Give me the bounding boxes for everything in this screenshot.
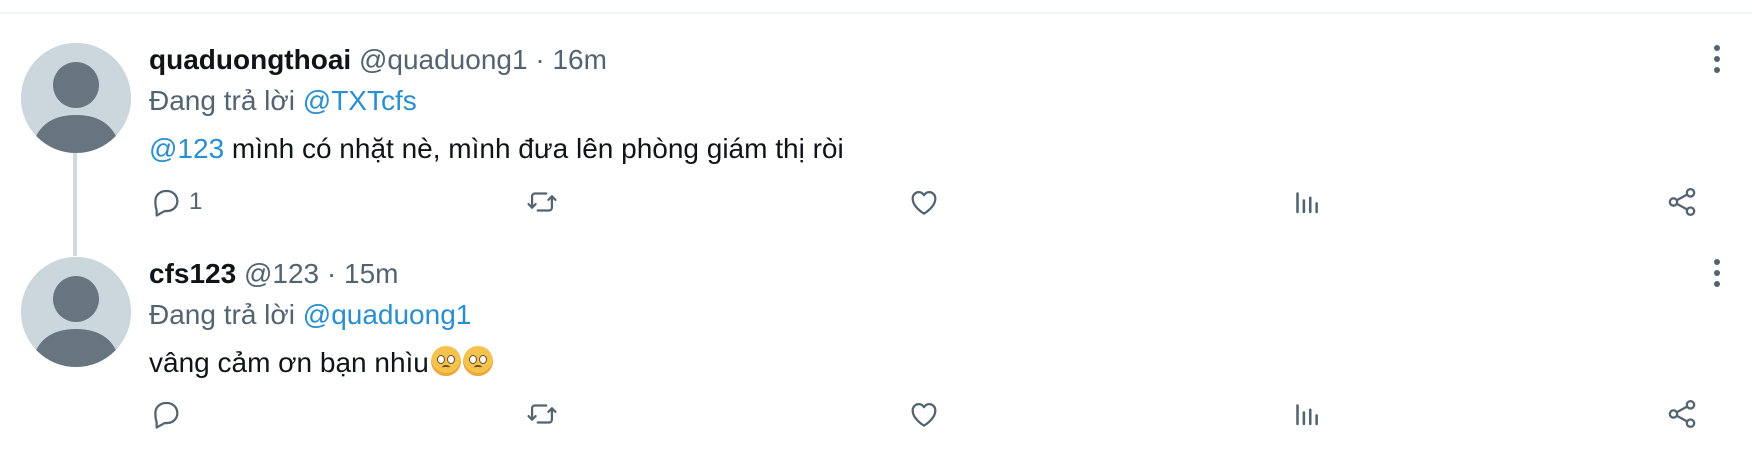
emoji-mouth bbox=[441, 365, 450, 370]
tweet-time[interactable]: 15m bbox=[344, 258, 398, 289]
views-button[interactable] bbox=[1289, 182, 1323, 222]
vertical-ellipsis-icon bbox=[1714, 259, 1720, 265]
tweet-text: vâng cảm ơn bạn nhìu bbox=[149, 338, 1692, 388]
tweet-actions: 1 bbox=[149, 182, 1709, 222]
tweet-header: cfs123 @123 · 15m bbox=[149, 254, 1692, 294]
retweet-button[interactable] bbox=[525, 394, 559, 434]
share-icon bbox=[1668, 187, 1696, 217]
tweet-text: @123 mình có nhặt nè, mình đưa lên phòng… bbox=[149, 124, 1692, 174]
tweet-body: mình có nhặt nè, mình đưa lên phòng giám… bbox=[224, 133, 844, 164]
ellipsis-dot bbox=[1714, 270, 1720, 276]
more-options-button[interactable] bbox=[1702, 44, 1732, 74]
ellipsis-dot bbox=[1714, 56, 1720, 62]
heart-icon bbox=[911, 190, 937, 215]
separator-dot: · bbox=[535, 44, 545, 75]
reply-button[interactable]: 1 bbox=[149, 182, 202, 222]
bar-chart-icon bbox=[1296, 192, 1318, 214]
replying-to-label: Đang trả lời bbox=[149, 299, 295, 330]
reply-count: 1 bbox=[189, 188, 203, 215]
tweet-header: quaduongthoai @quaduong1 · 16m bbox=[149, 40, 1692, 80]
replying-to: Đang trả lời @quaduong1 bbox=[149, 296, 1692, 334]
pleading-face-emoji bbox=[430, 346, 461, 376]
share-button[interactable] bbox=[1665, 394, 1699, 434]
retweet-arrows-icon bbox=[527, 192, 557, 212]
reply-button[interactable] bbox=[149, 394, 189, 434]
more-options-button[interactable] bbox=[1702, 258, 1732, 288]
retweet-button[interactable] bbox=[525, 182, 559, 222]
views-button[interactable] bbox=[1289, 394, 1323, 434]
display-name[interactable]: cfs123 bbox=[149, 258, 236, 289]
emoji-eye bbox=[478, 355, 487, 364]
default-avatar-icon bbox=[21, 43, 131, 153]
separator-dot: · bbox=[326, 258, 337, 289]
like-button[interactable] bbox=[907, 394, 941, 434]
user-handle[interactable]: @quaduong1 bbox=[359, 44, 528, 75]
text-mention[interactable]: @123 bbox=[149, 133, 224, 164]
display-name[interactable]: quaduongthoai bbox=[149, 44, 351, 75]
avatar[interactable] bbox=[21, 257, 131, 367]
replying-to-mention[interactable]: @quaduong1 bbox=[303, 299, 472, 330]
ellipsis-dot bbox=[1714, 281, 1720, 287]
speech-bubble-icon bbox=[154, 189, 179, 217]
thread-connector-line bbox=[73, 150, 77, 256]
speech-bubble-icon bbox=[154, 401, 179, 429]
retweet-arrows-icon bbox=[527, 404, 557, 424]
top-divider bbox=[0, 12, 1752, 14]
vertical-ellipsis-icon bbox=[1714, 45, 1720, 51]
bar-chart-icon bbox=[1296, 404, 1318, 426]
replying-to-label: Đang trả lời bbox=[149, 85, 295, 116]
tweet-actions bbox=[149, 394, 1709, 434]
default-avatar-icon bbox=[21, 257, 131, 367]
user-handle[interactable]: @123 bbox=[244, 258, 319, 289]
emoji-mouth bbox=[473, 365, 482, 370]
emoji-eye bbox=[468, 355, 477, 364]
emoji-eye bbox=[446, 355, 455, 364]
emoji-eye bbox=[436, 355, 445, 364]
pleading-face-emoji bbox=[462, 346, 493, 376]
share-button[interactable] bbox=[1665, 182, 1699, 222]
replying-to-mention[interactable]: @TXTcfs bbox=[303, 85, 417, 116]
replying-to: Đang trả lời @TXTcfs bbox=[149, 82, 1692, 120]
tweet-time[interactable]: 16m bbox=[552, 44, 606, 75]
share-icon bbox=[1668, 399, 1696, 429]
tweet-body: vâng cảm ơn bạn nhìu bbox=[149, 347, 429, 378]
like-button[interactable] bbox=[907, 182, 941, 222]
heart-icon bbox=[911, 402, 937, 427]
ellipsis-dot bbox=[1714, 67, 1720, 73]
avatar[interactable] bbox=[21, 43, 131, 153]
